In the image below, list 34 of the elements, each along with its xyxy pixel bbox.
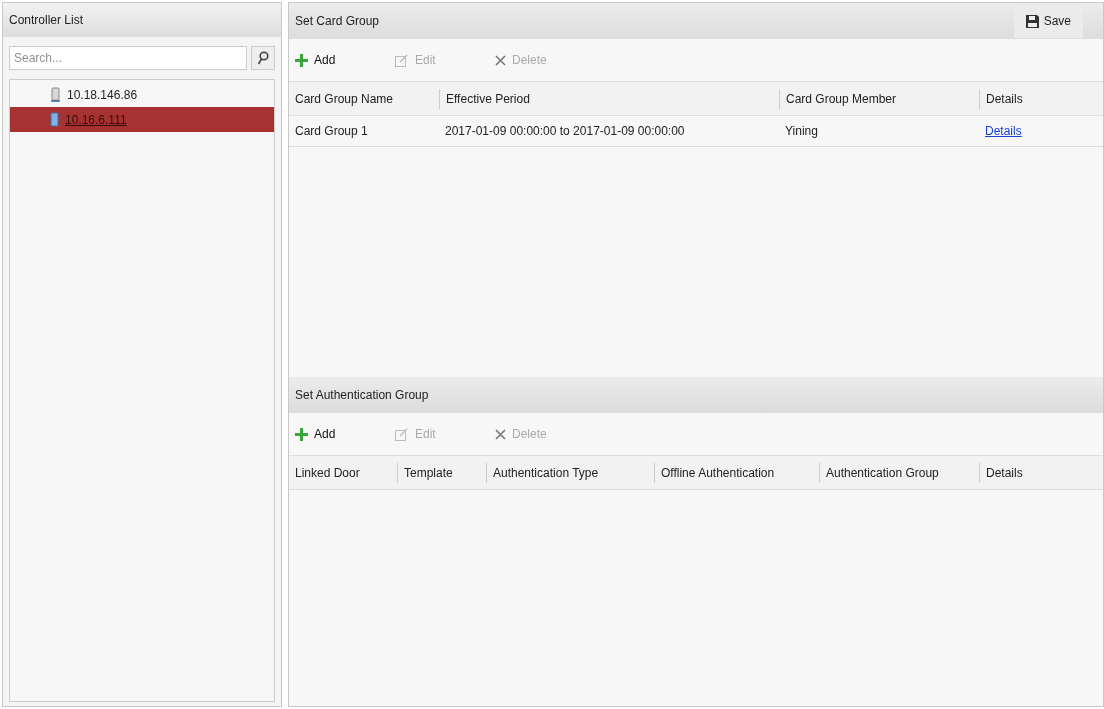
column-header: Authentication Type <box>493 464 599 482</box>
add-button[interactable]: Add <box>295 48 385 72</box>
table-cell: Card Group 1 <box>295 124 368 138</box>
device-icon <box>50 112 59 127</box>
add-button[interactable]: Add <box>295 422 385 446</box>
details-link[interactable]: Details <box>985 124 1022 138</box>
controller-item[interactable]: 10.18.146.86 <box>10 82 274 107</box>
column-header: Card Group Name <box>295 90 394 108</box>
column-header: Details <box>986 464 1023 482</box>
close-icon <box>495 54 506 66</box>
search-button[interactable] <box>251 46 275 70</box>
section-title: Set Authentication Group <box>295 387 429 404</box>
column-header: Details <box>986 90 1023 108</box>
table-cell: Yining <box>785 124 818 138</box>
panel-title: Controller List <box>3 3 281 37</box>
column-header: Authentication Group <box>826 464 939 482</box>
search-field[interactable]: Search... <box>9 46 247 70</box>
close-icon <box>495 428 506 440</box>
controller-label: 10.18.146.86 <box>67 86 138 104</box>
controller-label: 10.16.6.111 <box>65 111 127 129</box>
section-title: Set Card Group <box>295 13 380 30</box>
plus-icon <box>295 427 308 441</box>
edit-icon <box>395 53 409 67</box>
column-header: Effective Period <box>446 90 530 108</box>
column-header: Card Group Member <box>786 90 897 108</box>
search-icon <box>257 51 269 65</box>
column-header: Linked Door <box>295 464 360 482</box>
plus-icon <box>295 53 308 67</box>
column-header: Template <box>404 464 453 482</box>
edit-icon <box>395 427 409 441</box>
column-header: Offline Authentication <box>661 464 775 482</box>
table-cell: 2017-01-09 00:00:00 to 2017-01-09 00:00:00 <box>445 124 685 138</box>
save-icon <box>1025 14 1039 28</box>
device-icon <box>50 87 61 102</box>
